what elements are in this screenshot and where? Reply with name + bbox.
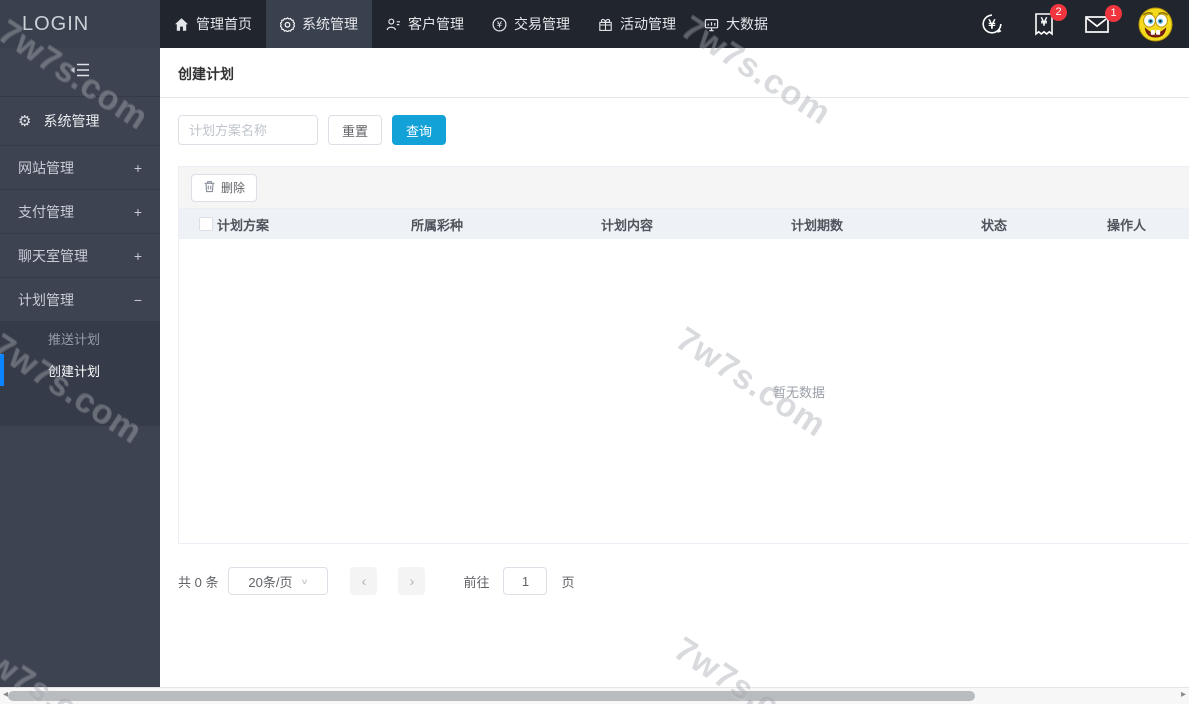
plan-name-search-input[interactable] [178, 115, 318, 145]
submenu-item-create-plan[interactable]: 创建计划 [0, 354, 160, 386]
nav-item-home[interactable]: 管理首页 [160, 0, 266, 48]
nav-item-customers[interactable]: 客户管理 [372, 0, 478, 48]
collapse-minus-icon: − [133, 291, 142, 308]
svg-text:¥: ¥ [1041, 16, 1048, 29]
submenu-item-push-plan[interactable]: 推送计划 [0, 322, 160, 354]
nav-item-label: 活动管理 [620, 16, 676, 32]
prev-page-button[interactable]: ‹ [350, 567, 378, 595]
sidebar-item-label: 聊天室管理 [18, 247, 88, 264]
select-all-checkbox[interactable] [199, 217, 213, 231]
expand-plus-icon: + [133, 203, 142, 220]
sidebar-collapse-button[interactable] [0, 48, 160, 97]
home-icon [174, 17, 189, 32]
sidebar: ⚙ 系统管理 网站管理 + 支付管理 + 聊天室管理 + 计划管理 − 推送计划… [0, 48, 160, 687]
scrollbar-thumb[interactable] [8, 691, 975, 701]
nav-item-label: 管理首页 [196, 16, 252, 32]
total-count-label: 共 0 条 [178, 574, 219, 590]
trash-icon [203, 180, 216, 196]
expand-plus-icon: + [133, 247, 142, 264]
sidebar-item-label: 网站管理 [18, 159, 74, 176]
sidebar-item-payment[interactable]: 支付管理 + [0, 190, 160, 234]
mail-badge: 1 [1105, 5, 1122, 22]
plan-submenu: 推送计划 创建计划 [0, 322, 160, 426]
gear-icon: ⚙ [18, 112, 32, 130]
nav-item-system[interactable]: 系统管理 [266, 0, 372, 48]
submenu-item-label: 创建计划 [48, 363, 101, 379]
page-title: 创建计划 [160, 48, 1189, 98]
empty-state-text: 暂无数据 [772, 384, 825, 400]
column-header: 操作人 [1107, 217, 1147, 233]
svg-text:¥: ¥ [988, 18, 996, 32]
goto-label: 前往 [463, 574, 490, 590]
bill-icon[interactable]: ¥ 2 [1032, 4, 1067, 37]
top-bar: LOGIN 管理首页 系统管理 客户管理 ¥ 交易管理 活动管理 大数据 ¥ ¥… [0, 0, 1189, 48]
delete-button[interactable]: 删除 [191, 173, 258, 202]
customer-icon [386, 17, 401, 32]
main-content: 创建计划 重置 查询 删除 计划方案 所属彩种 [160, 48, 1189, 687]
delete-button-label: 删除 [221, 181, 246, 195]
yen-circle-icon: ¥ [492, 16, 507, 32]
nav-item-label: 客户管理 [408, 16, 464, 32]
column-header: 计划期数 [791, 217, 844, 233]
app-logo[interactable]: LOGIN [0, 0, 160, 48]
column-header: 所属彩种 [411, 217, 464, 233]
empty-state: 暂无数据 [179, 239, 1189, 543]
gear-icon [280, 16, 295, 32]
mail-icon[interactable]: 1 [1083, 5, 1122, 36]
nav-item-label: 交易管理 [514, 16, 570, 32]
page-size-value: 20条/页 [248, 574, 293, 590]
sidebar-item-chatroom[interactable]: 聊天室管理 + [0, 234, 160, 278]
sidebar-item-system[interactable]: ⚙ 系统管理 [0, 97, 160, 146]
admin-app: LOGIN 管理首页 系统管理 客户管理 ¥ 交易管理 活动管理 大数据 ¥ ¥… [0, 0, 1189, 704]
table-header-row: 计划方案 所属彩种 计划内容 计划期数 状态 操作人 [179, 209, 1189, 239]
pagination: 共 0 条 20条/页 ∨ ‹ › 前往 页 [178, 567, 1189, 595]
chevron-down-icon: ∨ [300, 577, 309, 586]
column-header: 状态 [981, 217, 1008, 233]
nav-item-bigdata[interactable]: 大数据 [690, 0, 782, 48]
column-header: 计划内容 [601, 217, 654, 233]
nav-item-activity[interactable]: 活动管理 [584, 0, 690, 48]
nav-item-label: 系统管理 [302, 16, 358, 32]
sidebar-item-plan[interactable]: 计划管理 − [0, 278, 160, 322]
plan-table-block: 删除 计划方案 所属彩种 计划内容 计划期数 状态 操作人 暂无数据 [178, 166, 1189, 544]
page-number-input[interactable] [503, 567, 548, 595]
svg-text:¥: ¥ [497, 20, 503, 30]
expand-plus-icon: + [133, 159, 142, 176]
scroll-right-arrow-icon[interactable]: ▸ [1181, 689, 1186, 700]
table-toolbar: 删除 [179, 167, 1189, 209]
monitor-icon [704, 17, 719, 32]
currency-refresh-icon[interactable]: ¥ [979, 11, 1005, 37]
bill-badge: 2 [1050, 4, 1067, 21]
page-suffix-label: 页 [561, 574, 575, 590]
next-page-button[interactable]: › [398, 567, 426, 595]
submenu-item-label: 推送计划 [48, 331, 101, 347]
sidebar-item-website[interactable]: 网站管理 + [0, 146, 160, 190]
nav-item-label: 大数据 [726, 16, 768, 32]
query-button[interactable]: 查询 [392, 115, 447, 145]
column-header: 计划方案 [217, 217, 270, 233]
search-bar: 重置 查询 [178, 115, 1189, 145]
nav-item-trade[interactable]: ¥ 交易管理 [478, 0, 584, 48]
gift-icon [598, 17, 613, 32]
top-nav: 管理首页 系统管理 客户管理 ¥ 交易管理 活动管理 大数据 [160, 0, 782, 48]
top-right-icons: ¥ ¥ 2 1 [979, 0, 1189, 48]
horizontal-scrollbar[interactable]: ◂ ▸ [0, 687, 1189, 704]
sidebar-item-label: 计划管理 [18, 291, 74, 308]
fold-icon [70, 62, 90, 83]
page-size-select[interactable]: 20条/页 ∨ [228, 567, 329, 595]
user-avatar[interactable] [1138, 6, 1173, 42]
sidebar-item-label: 系统管理 [43, 113, 100, 129]
sidebar-item-label: 支付管理 [18, 203, 74, 220]
reset-button[interactable]: 重置 [328, 115, 383, 145]
